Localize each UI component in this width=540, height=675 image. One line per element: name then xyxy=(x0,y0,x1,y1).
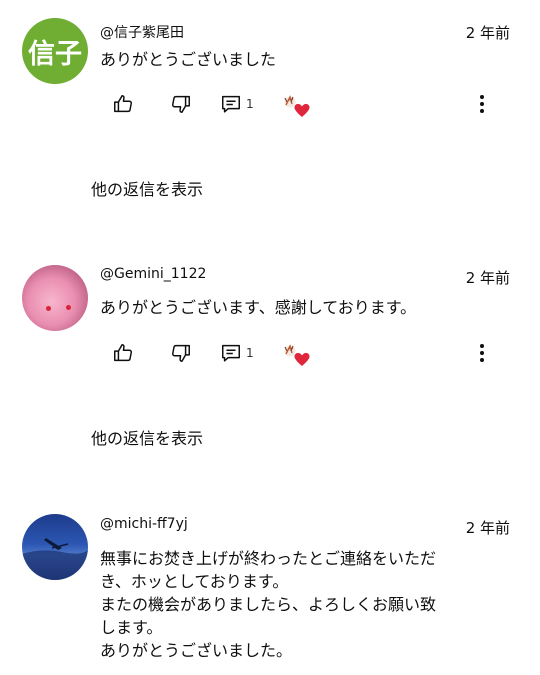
comment-text-line: 無事にお焚き上げが終わったとご連絡をいただ xyxy=(100,549,437,568)
comment-time[interactable]: 2 年前 xyxy=(466,267,510,288)
reply-button[interactable]: 1 xyxy=(220,93,254,115)
show-replies-link[interactable]: 他の返信を表示 xyxy=(91,176,203,200)
dislike-button[interactable] xyxy=(170,342,192,364)
comment-author[interactable]: @信子紫尾田 xyxy=(100,22,184,42)
like-button[interactable] xyxy=(112,342,134,364)
comment-text: ありがとうございます、感謝しております。 xyxy=(100,298,417,317)
comment-text-line: き、ホッとしております。 xyxy=(100,572,289,591)
comment-author[interactable]: @Gemini_1122 xyxy=(100,266,206,282)
more-vert-icon xyxy=(478,95,486,113)
comment-text-line: します。 xyxy=(100,618,163,637)
like-icon xyxy=(114,344,132,362)
reply-icon xyxy=(222,344,240,362)
more-button[interactable] xyxy=(478,93,486,119)
more-button[interactable] xyxy=(478,342,486,368)
show-replies-link[interactable]: 他の返信を表示 xyxy=(91,425,203,449)
reply-count: 1 xyxy=(246,97,254,111)
like-button[interactable] xyxy=(112,93,134,115)
comment-actions: 1 xyxy=(112,342,522,368)
creator-heart-icon xyxy=(284,344,310,366)
creator-heart-badge xyxy=(282,342,314,368)
creator-heart-icon xyxy=(284,95,310,117)
dislike-button[interactable] xyxy=(170,93,192,115)
dislike-icon xyxy=(172,344,190,362)
comment-time[interactable]: 2 年前 xyxy=(466,22,510,43)
reply-icon xyxy=(222,95,240,113)
comment-text-line: ありがとうございました。 xyxy=(100,641,293,660)
reply-count: 1 xyxy=(246,346,254,360)
avatar[interactable] xyxy=(22,514,88,580)
creator-heart-badge xyxy=(282,93,314,119)
comment-text: ありがとうございました xyxy=(100,50,277,69)
comment-time[interactable]: 2 年前 xyxy=(466,517,510,538)
comment-actions: 1 xyxy=(112,93,522,119)
avatar-image xyxy=(22,538,88,580)
comment-text: 無事にお焚き上げが終わったとご連絡をいただ き、ホッとしております。 またの機会… xyxy=(100,547,520,662)
avatar[interactable] xyxy=(22,265,88,331)
more-vert-icon xyxy=(478,344,486,362)
comment-text-line: またの機会がありましたら、よろしくお願い致 xyxy=(100,595,437,614)
dislike-icon xyxy=(172,95,190,113)
comment-author[interactable]: @michi-ff7yj xyxy=(100,516,188,532)
like-icon xyxy=(114,95,132,113)
reply-button[interactable]: 1 xyxy=(220,342,254,364)
avatar[interactable]: 信子 xyxy=(22,18,88,84)
